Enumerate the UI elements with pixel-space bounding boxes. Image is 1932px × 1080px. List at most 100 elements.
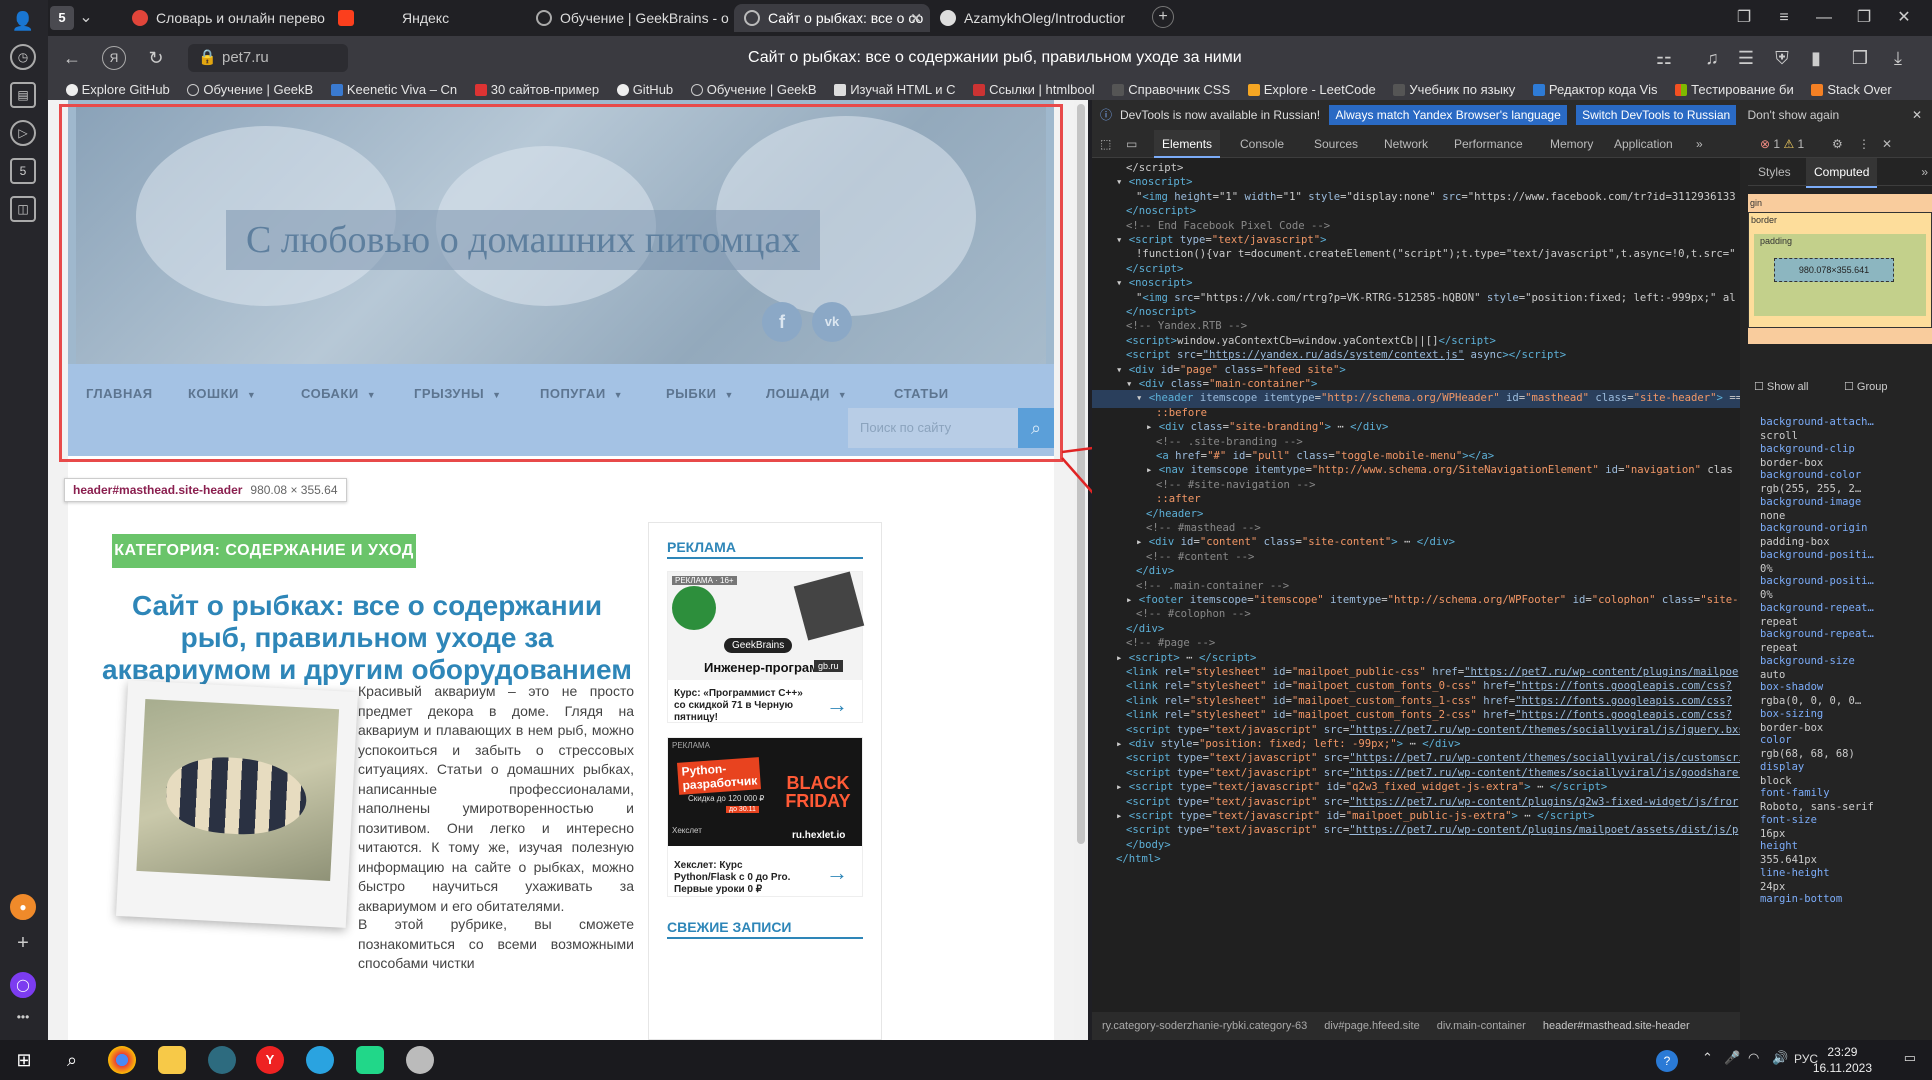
ad-card[interactable]: РЕКЛАМА · 16+ GeekBrains Инженер-програм… (667, 571, 865, 723)
new-tab-icon[interactable]: + (1152, 6, 1174, 28)
wifi-icon[interactable]: ◠ (1748, 1050, 1759, 1066)
app-icon[interactable] (406, 1046, 434, 1074)
computed-property[interactable]: background-clip border-box (1748, 443, 1932, 470)
bookmark-item[interactable]: Справочник CSS (1112, 80, 1230, 100)
extensions-icon[interactable]: ⚏ (1652, 46, 1676, 70)
dom-node[interactable]: </html> (1092, 851, 1161, 868)
tab-sources[interactable]: Sources (1314, 130, 1358, 158)
app-icon[interactable] (208, 1046, 236, 1074)
yandex-icon[interactable]: Я (102, 46, 126, 70)
bookmark-item[interactable]: GitHub (616, 80, 673, 100)
profile-icon[interactable]: 👤 (10, 10, 36, 36)
menu-icon[interactable]: ≡ (1772, 6, 1796, 30)
reader-icon[interactable]: ☰ (1734, 46, 1758, 70)
telegram-icon[interactable] (306, 1046, 334, 1074)
group-checkbox[interactable]: ☐ Group (1844, 380, 1888, 393)
explorer-icon[interactable] (158, 1046, 186, 1074)
close-tab-icon[interactable]: ✕ (910, 4, 922, 32)
errors-badge[interactable]: ⊗ 1 ⚠ 1 (1760, 130, 1804, 158)
breadcrumb-item[interactable]: ry.category-soderzhanie-rybki.category-6… (1102, 1020, 1307, 1032)
computed-property[interactable]: font-family Roboto, sans-serif (1748, 787, 1932, 814)
headphones-icon[interactable]: ♫ (1700, 46, 1724, 70)
computed-property[interactable]: background-positi… 0% (1748, 575, 1932, 602)
switch-russian-button[interactable]: Switch DevTools to Russian (1576, 105, 1737, 125)
bookmark-item[interactable]: Редактор кода Vis (1532, 80, 1658, 100)
history-icon[interactable]: ◷ (10, 44, 36, 70)
computed-property[interactable]: box-sizing border-box (1748, 708, 1932, 735)
bookmarks-panel-icon[interactable]: ❐ (1732, 6, 1756, 30)
computed-property[interactable]: box-shadow rgba(0, 0, 0, 0… (1748, 681, 1932, 708)
computed-property[interactable]: background-repeat… repeat (1748, 628, 1932, 655)
breadcrumb-item[interactable]: div#page.hfeed.site (1324, 1020, 1419, 1032)
tab-memory[interactable]: Memory (1550, 130, 1593, 158)
more-panes-icon[interactable]: » (1921, 158, 1928, 186)
tab-console[interactable]: Console (1240, 130, 1284, 158)
help-icon[interactable]: ? (1656, 1050, 1678, 1072)
five-icon[interactable]: 5 (10, 158, 36, 184)
bookmark-item[interactable]: Изучай HTML и C (834, 80, 956, 100)
tab-styles[interactable]: Styles (1758, 158, 1791, 186)
close-window-icon[interactable]: ✕ (1892, 6, 1916, 30)
dom-tree[interactable]: </script> ▾ <noscript> "<img height="1" wi… (1092, 158, 1740, 1012)
tab-counter[interactable]: 5 (50, 6, 74, 30)
clock[interactable]: 23:29 16.11.2023 (1813, 1044, 1872, 1076)
arrow-right-icon[interactable]: → (826, 692, 848, 718)
media-icon[interactable]: ▷ (10, 120, 36, 146)
dont-show-again-button[interactable]: Don't show again (1748, 108, 1840, 122)
screenshot-icon[interactable]: ◫ (10, 196, 36, 222)
notifications-icon[interactable]: ▭ (1904, 1050, 1916, 1066)
ad-card[interactable]: РЕКЛАМА Python-разработчик Скидка до 120… (667, 737, 863, 897)
bookmark-item[interactable]: Explore GitHub (65, 80, 170, 100)
computed-property[interactable]: font-size 16px (1748, 814, 1932, 841)
bookmark-item[interactable]: Обучение | GeekB (187, 80, 313, 100)
bookmark-item[interactable]: Обучение | GeekB (690, 80, 817, 100)
bookmark-item[interactable]: Тестирование би (1675, 80, 1794, 100)
computed-property[interactable]: background-repeat… repeat (1748, 602, 1932, 629)
start-icon[interactable]: ⊞ (10, 1046, 38, 1074)
computed-property[interactable]: background-size auto (1748, 655, 1932, 682)
url-field[interactable]: 🔒 pet7.ru (188, 44, 348, 72)
devtools-menu-icon[interactable]: ⋮ (1858, 130, 1870, 158)
close-banner-icon[interactable]: ✕ (1912, 100, 1922, 130)
tray-chevron-icon[interactable]: ⌃ (1702, 1050, 1713, 1066)
more-tabs-icon[interactable]: » (1696, 130, 1703, 158)
bookmark-item[interactable]: Keenetic Viva – Cn (330, 80, 457, 100)
computed-property[interactable]: height 355.641px (1748, 840, 1932, 867)
computed-property[interactable]: display block (1748, 761, 1932, 788)
alice-icon[interactable]: ◯ (10, 972, 36, 998)
minimize-icon[interactable]: — (1812, 6, 1836, 30)
settings-icon[interactable]: ⚙ (1832, 130, 1843, 158)
more-icon[interactable]: ••• (10, 1006, 36, 1032)
reload-icon[interactable]: ↻ (144, 46, 168, 70)
inspect-element-icon[interactable]: ⬚ (1100, 130, 1111, 158)
tab-github[interactable]: AzamykhOleg/Introductior (940, 4, 1140, 32)
category-label[interactable]: КАТЕГОРИЯ: СОДЕРЖАНИЕ И УХОД (112, 534, 416, 568)
tab-computed[interactable]: Computed (1806, 158, 1878, 188)
download-icon[interactable]: ⤓ (1886, 46, 1910, 70)
tab-active-fish-site[interactable]: Сайт о рыбках: все о со ✕ (734, 4, 930, 32)
breadcrumb-item[interactable]: header#masthead.site-header (1543, 1020, 1690, 1032)
tab-dictionary[interactable]: Словарь и онлайн перево (132, 4, 332, 32)
computed-property[interactable]: margin-bottom (1748, 893, 1932, 920)
add-panel-icon[interactable]: + (10, 932, 36, 958)
app-icon[interactable]: ● (10, 894, 36, 920)
device-toolbar-icon[interactable]: ▭ (1126, 130, 1137, 158)
dom-node[interactable]: <script type="text/javascript" src="http… (1092, 822, 1738, 839)
bookmark-item[interactable]: Stack Over (1811, 80, 1892, 100)
computed-property[interactable]: line-height 24px (1748, 867, 1932, 894)
chrome-icon[interactable] (108, 1046, 136, 1074)
bookmark-item[interactable]: Учебник по языку (1393, 80, 1515, 100)
tab-yandex[interactable]: Яндекс (338, 4, 538, 32)
protect-icon[interactable]: ⛨ (1770, 46, 1794, 70)
yandex-browser-icon[interactable]: Y (256, 1046, 284, 1074)
restore-icon[interactable]: ❐ (1852, 6, 1876, 30)
mic-icon[interactable]: 🎤 (1724, 1050, 1740, 1066)
collections-btn-icon[interactable]: ❒ (1848, 46, 1872, 70)
breadcrumb-item[interactable]: div.main-container (1437, 1020, 1526, 1032)
close-devtools-icon[interactable]: ✕ (1882, 130, 1892, 158)
dom-node[interactable]: !function(){var t=document.createElement… (1092, 246, 1736, 263)
computed-property[interactable]: background-image none (1748, 496, 1932, 523)
computed-property[interactable]: background-origin padding-box (1748, 522, 1932, 549)
arrow-right-icon[interactable]: → (826, 860, 848, 886)
bookmark-item[interactable]: 30 сайтов-пример (474, 80, 599, 100)
